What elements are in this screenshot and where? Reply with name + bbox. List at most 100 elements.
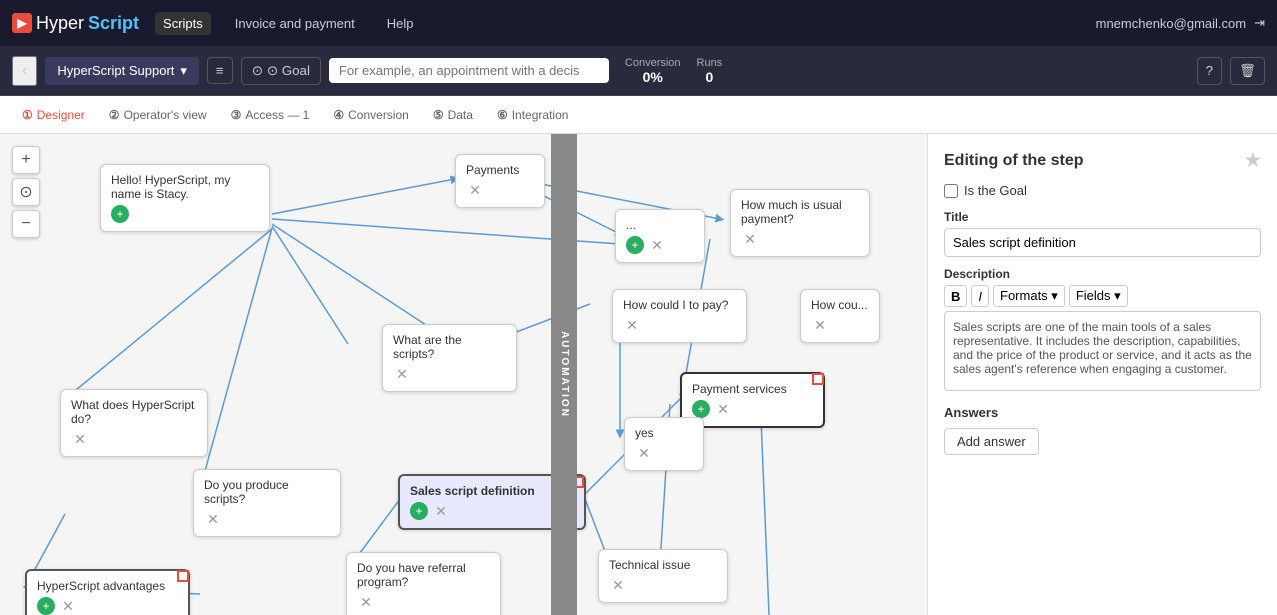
node-what-does-del[interactable]: ✕: [71, 430, 89, 448]
tab-data[interactable]: ⑤ Data: [423, 104, 483, 126]
node-how-much-actions: ✕: [741, 230, 859, 248]
tab-conversion[interactable]: ④ Conversion: [323, 104, 418, 126]
node-how-pay-actions: ✕: [623, 316, 736, 334]
logo-icon: ▶: [12, 13, 32, 33]
editor-toolbar: B I Formats ▾ Fields ▾: [944, 285, 1261, 307]
node-hello[interactable]: Hello! HyperScript, my name is Stacy. +: [100, 164, 270, 232]
node-ellipsis-del[interactable]: ✕: [648, 236, 666, 254]
hamburger-button[interactable]: ≡: [207, 57, 233, 84]
automation-label: AUTOMATION: [559, 331, 570, 418]
node-how-cou[interactable]: How cou... ✕: [800, 289, 880, 343]
node-referral-del[interactable]: ✕: [357, 593, 375, 611]
delete-button[interactable]: 🗑: [1230, 57, 1265, 85]
node-how-much-text: How much is usual payment?: [741, 198, 859, 226]
goal-circle-icon: ⊙: [252, 63, 263, 79]
zoom-target-button[interactable]: ⊙: [12, 178, 40, 206]
sidebar: Editing of the step ★ Is the Goal Title …: [927, 134, 1277, 615]
node-how-pay-text: How could I to pay?: [623, 298, 736, 312]
nav-scripts[interactable]: Scripts: [155, 12, 211, 35]
node-payments-del[interactable]: ✕: [466, 181, 484, 199]
bold-button[interactable]: B: [944, 285, 967, 307]
tab-integration[interactable]: ⑥ Integration: [487, 104, 578, 126]
description-editor[interactable]: Sales scripts are one of the main tools …: [944, 311, 1261, 391]
star-icon[interactable]: ★: [1245, 150, 1261, 171]
node-produce-scripts-del[interactable]: ✕: [204, 510, 222, 528]
back-button[interactable]: ‹: [12, 56, 37, 86]
sidebar-title: Editing of the step: [944, 152, 1084, 170]
node-how-pay-del[interactable]: ✕: [623, 316, 641, 334]
help-button[interactable]: ?: [1197, 57, 1222, 85]
node-yes-top[interactable]: yes ✕: [624, 417, 704, 471]
node-technical-issue-actions: ✕: [609, 576, 717, 594]
main: + ⊙ − Hello! HyperScript, my name is Sta…: [0, 134, 1277, 615]
answers-title: Answers: [944, 405, 1261, 420]
node-what-scripts-del[interactable]: ✕: [393, 365, 411, 383]
node-technical-issue[interactable]: Technical issue ✕: [598, 549, 728, 603]
node-ellipsis[interactable]: ... + ✕: [615, 209, 705, 263]
runs-value: 0: [697, 69, 723, 85]
node-yes-top-del[interactable]: ✕: [635, 444, 653, 462]
node-how-cou-text: How cou...: [811, 298, 869, 312]
node-how-pay[interactable]: How could I to pay? ✕: [612, 289, 747, 343]
formats-button[interactable]: Formats ▾: [993, 285, 1065, 307]
node-payment-services-corner: [812, 373, 824, 385]
answers-section: Answers Add answer: [944, 405, 1261, 455]
zoom-out-button[interactable]: −: [12, 210, 40, 238]
node-produce-scripts[interactable]: Do you produce scripts? ✕: [193, 469, 341, 537]
node-sales-script-actions: + ✕: [410, 502, 574, 520]
node-payment-services-actions: + ✕: [692, 400, 813, 418]
is-goal-checkbox[interactable]: [944, 184, 958, 198]
zoom-controls: + ⊙ −: [12, 146, 40, 238]
is-goal-label: Is the Goal: [964, 183, 1027, 198]
node-advantages-add[interactable]: +: [37, 597, 55, 615]
fields-button[interactable]: Fields ▾: [1069, 285, 1128, 307]
logout-icon[interactable]: ⇥: [1254, 15, 1265, 31]
description-label: Description: [944, 267, 1261, 281]
runs-label: Runs: [697, 57, 723, 69]
node-produce-scripts-text: Do you produce scripts?: [204, 478, 330, 506]
goal-input[interactable]: [329, 58, 609, 83]
italic-button[interactable]: I: [971, 285, 989, 307]
node-sales-script-text: Sales script definition: [410, 484, 574, 498]
tab-access[interactable]: ③ Access — 1: [221, 104, 320, 126]
is-goal-row: Is the Goal: [944, 183, 1261, 198]
node-technical-issue-del[interactable]: ✕: [609, 576, 627, 594]
node-what-does[interactable]: What does HyperScript do? ✕: [60, 389, 208, 457]
node-ellipsis-add[interactable]: +: [626, 236, 644, 254]
tab-designer[interactable]: ① Designer: [12, 104, 95, 126]
node-how-cou-del[interactable]: ✕: [811, 316, 829, 334]
add-answer-button[interactable]: Add answer: [944, 428, 1039, 455]
node-sales-script-add[interactable]: +: [410, 502, 428, 520]
script-selector[interactable]: HyperScript Support ▾: [45, 57, 199, 85]
node-what-scripts-text: What are the scripts?: [393, 333, 506, 361]
node-payments[interactable]: Payments ✕: [455, 154, 545, 208]
goal-button[interactable]: ⊙ ⊙ Goal: [241, 57, 321, 85]
node-how-cou-actions: ✕: [811, 316, 869, 334]
script-name: HyperScript Support: [57, 63, 174, 78]
nav-invoice[interactable]: Invoice and payment: [227, 12, 363, 35]
title-input[interactable]: [944, 228, 1261, 257]
conversion-label: Conversion: [625, 57, 681, 69]
canvas[interactable]: + ⊙ − Hello! HyperScript, my name is Sta…: [0, 134, 927, 615]
header-right: mnemchenko@gmail.com ⇥: [1096, 15, 1265, 31]
node-advantages-corner: [177, 570, 189, 582]
node-how-much-del[interactable]: ✕: [741, 230, 759, 248]
node-yes-top-text: yes: [635, 426, 693, 440]
node-referral-text: Do you have referral program?: [357, 561, 490, 589]
conversion-value: 0%: [625, 69, 681, 85]
node-payments-actions: ✕: [466, 181, 534, 199]
node-sales-script-del[interactable]: ✕: [432, 502, 450, 520]
node-how-much[interactable]: How much is usual payment? ✕: [730, 189, 870, 257]
sidebar-title-row: Editing of the step ★: [944, 150, 1261, 171]
node-advantages-del[interactable]: ✕: [59, 597, 77, 615]
node-payment-services-del[interactable]: ✕: [714, 400, 732, 418]
zoom-in-button[interactable]: +: [12, 146, 40, 174]
header: ▶ HyperScript Scripts Invoice and paymen…: [0, 0, 1277, 46]
node-referral[interactable]: Do you have referral program? ✕: [346, 552, 501, 615]
nav-help[interactable]: Help: [379, 12, 422, 35]
node-hello-add[interactable]: +: [111, 205, 129, 223]
node-what-scripts[interactable]: What are the scripts? ✕: [382, 324, 517, 392]
node-advantages[interactable]: HyperScript advantages + ✕: [25, 569, 190, 615]
node-payment-services-add[interactable]: +: [692, 400, 710, 418]
tab-operator-view[interactable]: ② Operator's view: [99, 104, 217, 126]
